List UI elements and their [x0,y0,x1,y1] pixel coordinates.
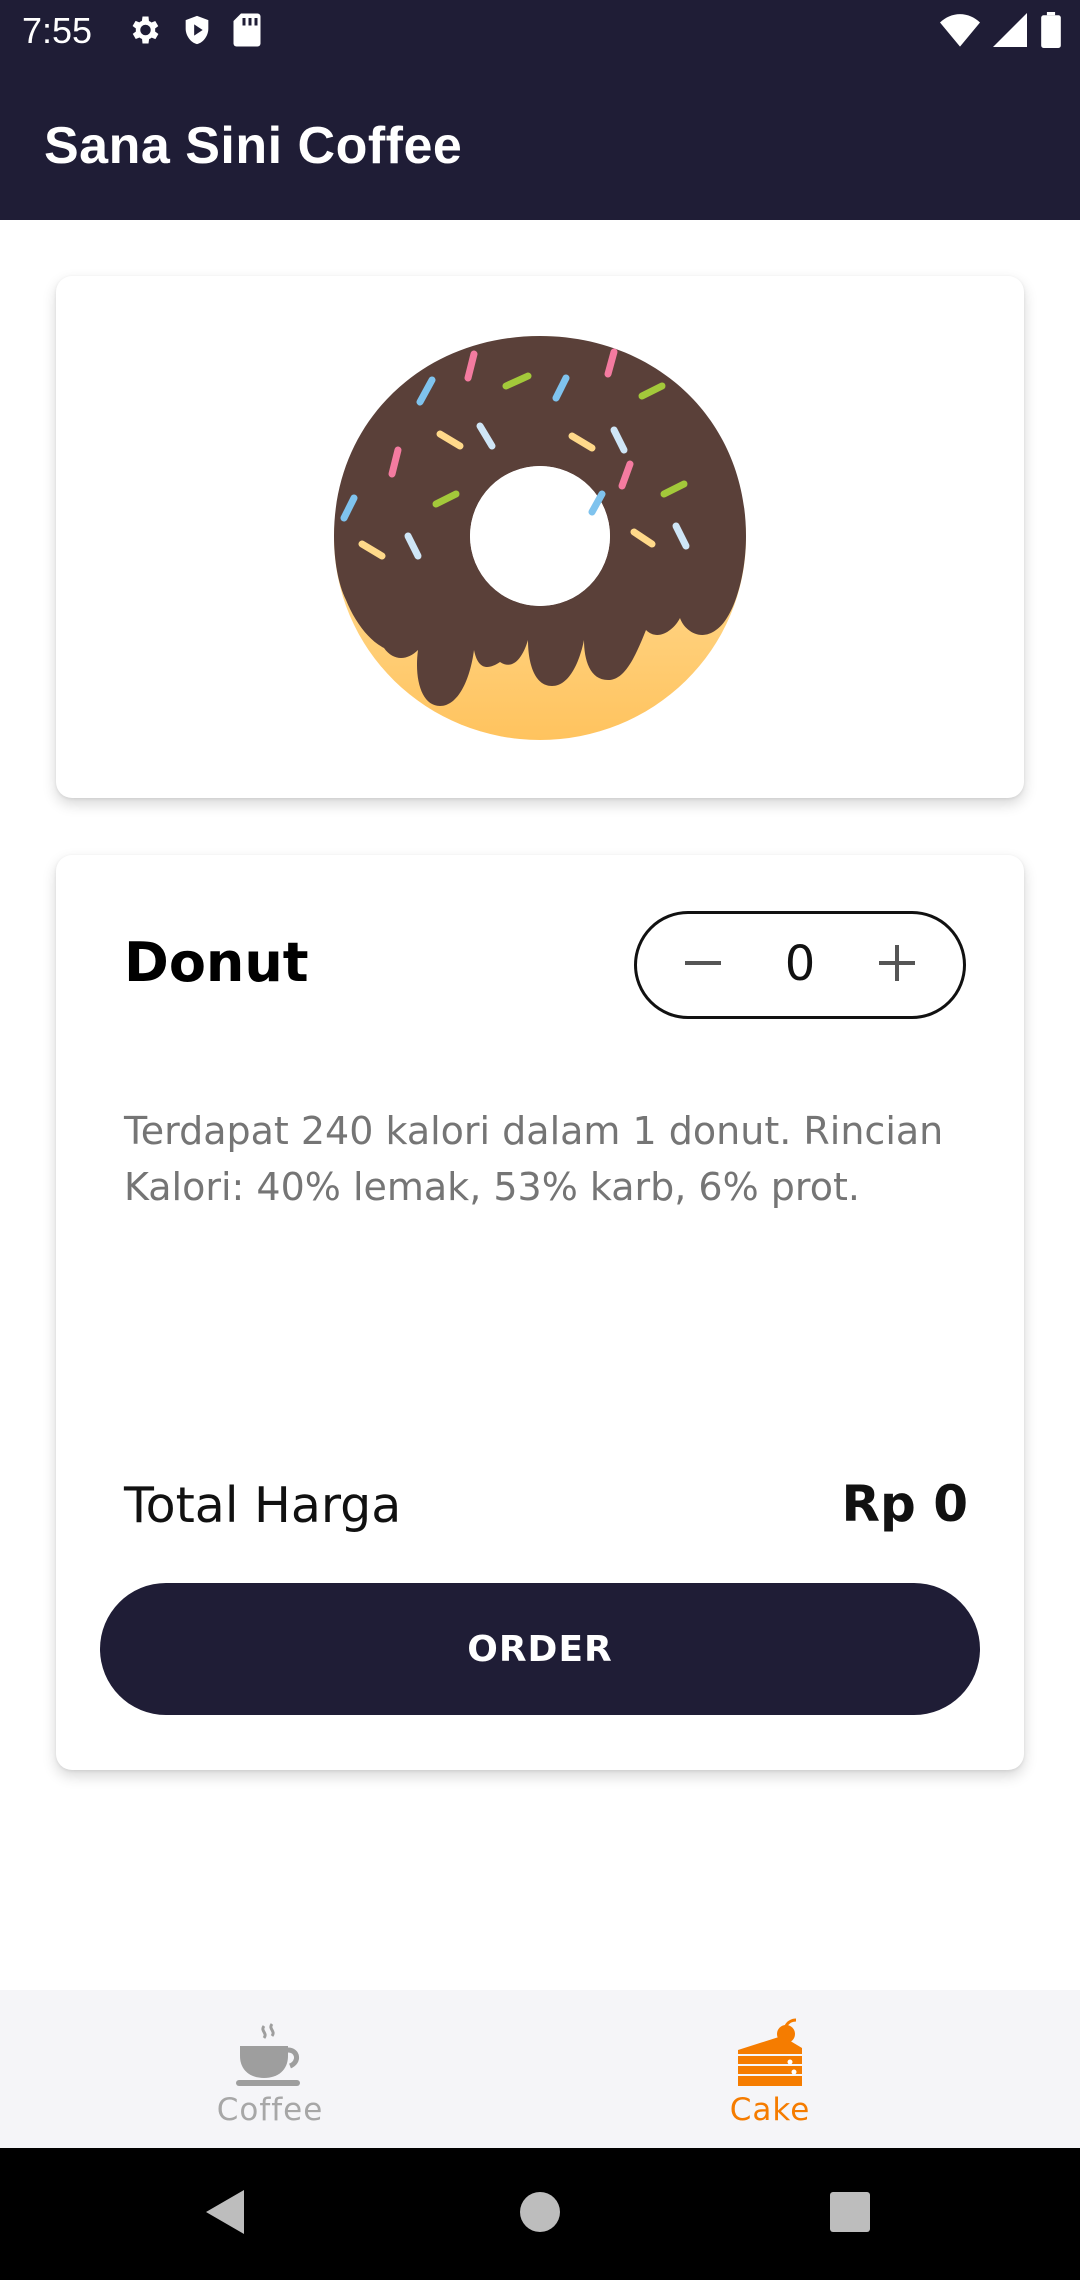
recents-button[interactable] [810,2178,890,2250]
app-title: Sana Sini Coffee [44,117,463,175]
wifi-icon [940,13,980,52]
product-image-card [56,276,1024,798]
quantity-value: 0 [784,936,816,992]
order-button[interactable]: ORDER [100,1583,980,1715]
bottom-navigation: Coffee Cake [0,1990,1080,2148]
cake-icon [734,2012,806,2088]
nav-item-coffee[interactable]: Coffee [0,1990,540,2148]
home-button[interactable] [500,2178,580,2250]
nav-label-coffee: Coffee [216,2092,324,2128]
battery-icon [1040,12,1062,53]
donut-icon [328,330,752,746]
status-icons-right [940,12,1062,53]
home-circle-icon [518,2190,562,2239]
shield-play-icon [180,12,214,53]
system-navigation-bar [0,2148,1080,2280]
status-icons-left [126,12,262,53]
product-description: Terdapat 240 kalori dalam 1 donut. Rinci… [124,1109,944,1209]
app-bar: Sana Sini Coffee [0,66,1080,220]
status-bar: 7:55 [0,0,1080,66]
nav-item-cake[interactable]: Cake [500,1990,1040,2148]
product-name: Donut [124,931,309,994]
sd-card-icon [232,12,262,53]
gear-icon [126,12,162,53]
coffee-cup-icon [234,2012,306,2088]
decrease-quantity-button[interactable] [649,914,757,1016]
total-price-value: Rp 0 [841,1475,969,1533]
increase-quantity-button[interactable] [843,914,951,1016]
plus-icon [875,941,919,990]
nav-label-cake: Cake [729,2092,811,2128]
cell-signal-icon [992,13,1028,52]
status-time: 7:55 [22,10,93,51]
quantity-stepper: 0 [634,911,966,1019]
product-details-card: Donut 0 Terdapat 240 kalori dalam 1 donu… [56,855,1024,1770]
back-button[interactable] [186,2178,266,2250]
minus-icon [681,941,725,990]
total-price-label: Total Harga [124,1477,402,1534]
recents-square-icon [829,2191,871,2238]
back-triangle-icon [204,2188,248,2241]
